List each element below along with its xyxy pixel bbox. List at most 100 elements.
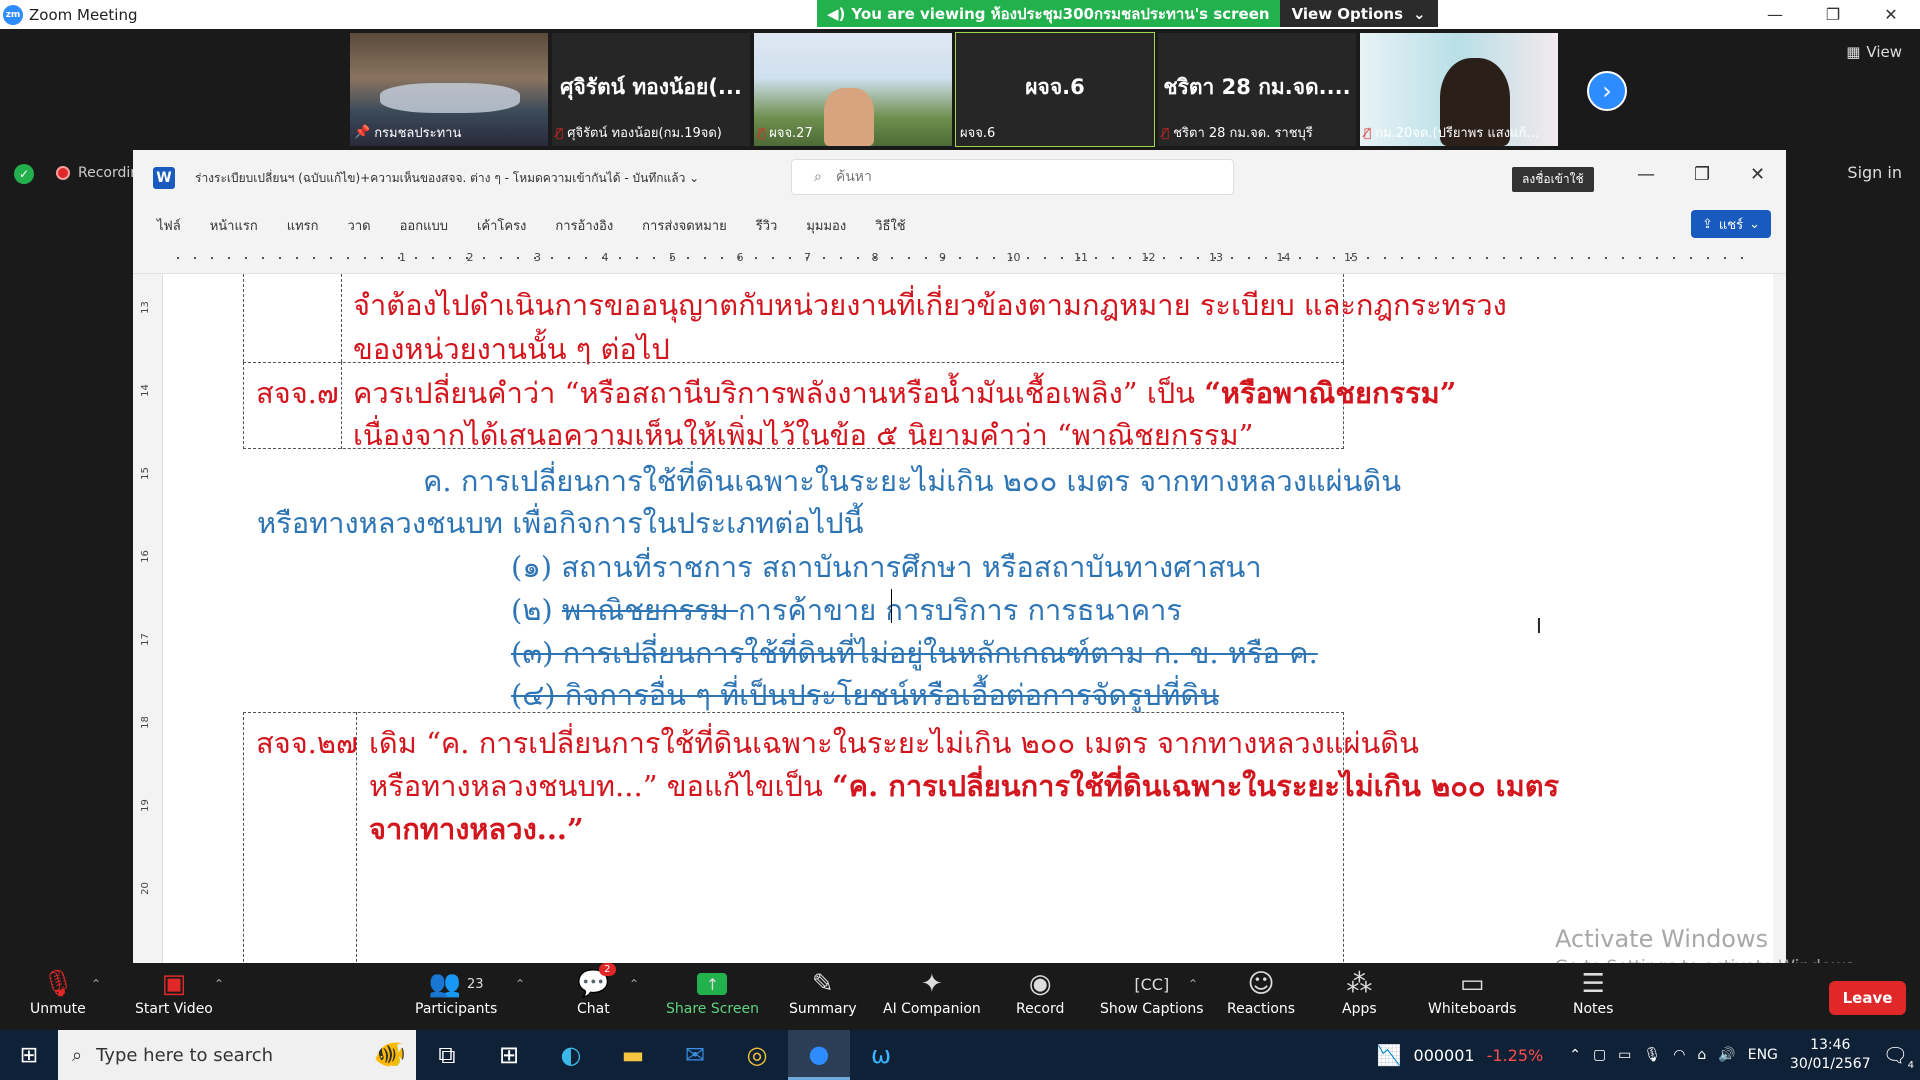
participant-tile[interactable]: ศุจิรัตน์ ทองน้อย(... 🎙̸ ศุจิรัตน์ ทองน้อ…	[552, 33, 750, 146]
ruler-tick	[1027, 257, 1029, 259]
ruler-tick	[653, 257, 655, 259]
next-page-button[interactable]: ›	[1587, 71, 1627, 111]
apps-button[interactable]: ⁂ Apps	[1342, 967, 1377, 1017]
chat-button[interactable]: 💬 2 Chat	[577, 963, 616, 1017]
tab-file[interactable]: ไฟล์	[157, 215, 181, 236]
summary-button[interactable]: ✎ Summary	[789, 967, 857, 1017]
minimize-button[interactable]: —	[1746, 0, 1804, 29]
table-border	[243, 274, 244, 362]
wifi-icon[interactable]: ◠	[1673, 1047, 1685, 1063]
participant-tile[interactable]: 📌 กรมชลประทาน	[350, 33, 548, 146]
captions-options-caret[interactable]: ⌃	[1188, 977, 1198, 991]
tab-references[interactable]: การอ้างอิง	[555, 215, 613, 236]
participants-button[interactable]: 👥 23 Participants	[415, 967, 497, 1017]
leave-button[interactable]: Leave	[1829, 981, 1906, 1015]
security-shield-icon[interactable]: ✓	[14, 164, 34, 184]
tab-insert[interactable]: แทรก	[287, 215, 319, 236]
video-options-caret[interactable]: ⌃	[214, 977, 224, 991]
vruler-number: 13	[139, 301, 151, 314]
ai-companion-button[interactable]: ✦ AI Companion	[883, 967, 981, 1017]
tab-review[interactable]: รีวิว	[756, 215, 778, 236]
microphone-icon[interactable]: 🎙	[1643, 1047, 1661, 1063]
word-close-button[interactable]: ✕	[1750, 164, 1765, 185]
document-name[interactable]: ร่างระเบียบเปลี่ยนฯ (ฉบับแก้ไข)+ความเห็น…	[195, 169, 699, 188]
audio-options-caret[interactable]: ⌃	[91, 977, 101, 991]
ruler-tick	[1350, 257, 1352, 259]
network-icon[interactable]: ⌂	[1697, 1047, 1706, 1063]
input-language[interactable]: ENG	[1748, 1047, 1778, 1063]
row3-line3: จากทางหลวง...”	[369, 812, 584, 846]
whiteboards-button[interactable]: ▭ Whiteboards	[1428, 967, 1516, 1017]
unmute-button[interactable]: 🎙 Unmute	[30, 967, 86, 1017]
list-item-2: (๒) พาณิชยกรรม การค้าขาย การบริการ การธน…	[511, 593, 1182, 627]
vertical-ruler[interactable]: 13 14 15 16 17 18 19 20	[133, 274, 163, 964]
record-button[interactable]: ◉ Record	[1016, 967, 1064, 1017]
ruler-tick	[1622, 257, 1624, 259]
apps-icon: ⁂	[1346, 969, 1373, 999]
shared-word-window: W ร่างระเบียบเปลี่ยนฯ (ฉบับแก้ไข)+ความเห…	[133, 150, 1786, 964]
tab-help[interactable]: วิธีใช้	[875, 215, 905, 236]
notification-center-icon[interactable]: 🗨 4	[1883, 1043, 1914, 1071]
edge-browser-icon[interactable]: ◐	[540, 1030, 602, 1080]
share-screen-button[interactable]: ↑ Share Screen	[666, 967, 759, 1017]
start-video-button[interactable]: ▣ Start Video	[135, 967, 213, 1017]
document-page[interactable]: จำต้องไปดำเนินการขออนุญาตกับหน่วยงานที่เ…	[163, 274, 1773, 964]
view-button[interactable]: ▦ View	[1846, 43, 1902, 61]
tab-view[interactable]: มุมมอง	[806, 215, 846, 236]
notes-button[interactable]: ☰ Notes	[1573, 967, 1613, 1017]
chat-options-caret[interactable]: ⌃	[629, 977, 639, 991]
taskbar-clock[interactable]: 13:46 30/01/2567	[1790, 1036, 1871, 1074]
windows-start-icon[interactable]: ⊞	[0, 1030, 58, 1080]
participant-tile[interactable]: 🎙̸ กม.20จด.(ปรียาพร แสงแก้...	[1360, 33, 1558, 146]
tab-home[interactable]: หน้าแรก	[210, 215, 258, 236]
word-restore-button[interactable]: ❐	[1694, 164, 1710, 185]
tab-layout[interactable]: เค้าโครง	[477, 215, 526, 236]
file-explorer-icon[interactable]: ▬	[602, 1030, 664, 1080]
zoom-taskbar-icon[interactable]: ●	[788, 1030, 850, 1080]
ruler-tick	[1452, 257, 1454, 259]
restore-button[interactable]: ❐	[1804, 0, 1862, 29]
ruler-tick	[466, 257, 468, 259]
viewing-message: ◀) You are viewing ห้องประชุม300กรมชลประ…	[817, 0, 1280, 27]
ruler-tick	[976, 257, 978, 259]
view-options-button[interactable]: View Options ⌄	[1279, 0, 1438, 27]
conference-table	[380, 83, 520, 113]
reactions-button[interactable]: ☺ Reactions	[1227, 967, 1295, 1017]
word-sign-in-button[interactable]: ลงชื่อเข้าใช้	[1512, 167, 1594, 192]
participant-tile[interactable]: ชริตา 28 กม.จด.... 🎙̸ ชริตา 28 กม.จด. ราช…	[1158, 33, 1356, 146]
taskbar-search-input[interactable]: ⌕ Type here to search 🐠	[58, 1030, 416, 1080]
battery-icon[interactable]: ▭	[1618, 1047, 1631, 1063]
word-search-input[interactable]: ⌕ ค้นหา	[791, 159, 1234, 195]
show-captions-button[interactable]: [CC] Show Captions	[1100, 967, 1204, 1018]
participant-tile[interactable]: 🎙̸ ผจจ.27	[754, 33, 952, 146]
ruler-tick	[1401, 257, 1403, 259]
zoom-titlebar: zm Zoom Meeting ◀) You are viewing ห้องป…	[0, 0, 1920, 29]
zoom-sign-in[interactable]: Sign in	[1847, 163, 1902, 182]
tab-draw[interactable]: วาด	[348, 215, 371, 236]
tab-mailings[interactable]: การส่งจดหมาย	[642, 215, 727, 236]
task-view-icon[interactable]: ⧉	[416, 1030, 478, 1080]
word-app-icon: W	[153, 167, 175, 189]
tab-design[interactable]: ออกแบบ	[400, 215, 448, 236]
volume-icon[interactable]: 🔊	[1718, 1047, 1735, 1063]
meet-now-icon[interactable]: ▢	[1593, 1047, 1606, 1063]
word-minimize-button[interactable]: —	[1637, 164, 1655, 185]
chrome-browser-icon[interactable]: ◎	[726, 1030, 788, 1080]
webex-icon[interactable]: ω	[850, 1030, 912, 1080]
microsoft-store-icon[interactable]: ⊞	[478, 1030, 540, 1080]
participant-tile[interactable]: ผจจ.6 ผจจ.6	[955, 32, 1155, 147]
row3-line2: หรือทางหลวงชนบท...” ขอแก้ไขเป็น “ค. การเ…	[369, 769, 1560, 803]
tray-chevron-up-icon[interactable]: ⌃	[1569, 1047, 1581, 1063]
ruler-tick	[330, 257, 332, 259]
window-controls: — ❐ ✕	[1746, 0, 1920, 29]
mail-icon[interactable]: ✉	[664, 1030, 726, 1080]
recording-indicator[interactable]: Recordin	[56, 165, 139, 181]
ruler-tick	[772, 257, 774, 259]
close-button[interactable]: ✕	[1862, 0, 1920, 29]
participant-face	[824, 88, 874, 146]
ruler-tick	[1180, 257, 1182, 259]
share-button[interactable]: ⇪ แชร์ ⌄	[1691, 210, 1771, 238]
horizontal-ruler[interactable]: 123456789101112131415	[133, 244, 1786, 274]
row1-line1: จำต้องไปดำเนินการขออนุญาตกับหน่วยงานที่เ…	[353, 288, 1507, 322]
participants-options-caret[interactable]: ⌃	[515, 977, 525, 991]
